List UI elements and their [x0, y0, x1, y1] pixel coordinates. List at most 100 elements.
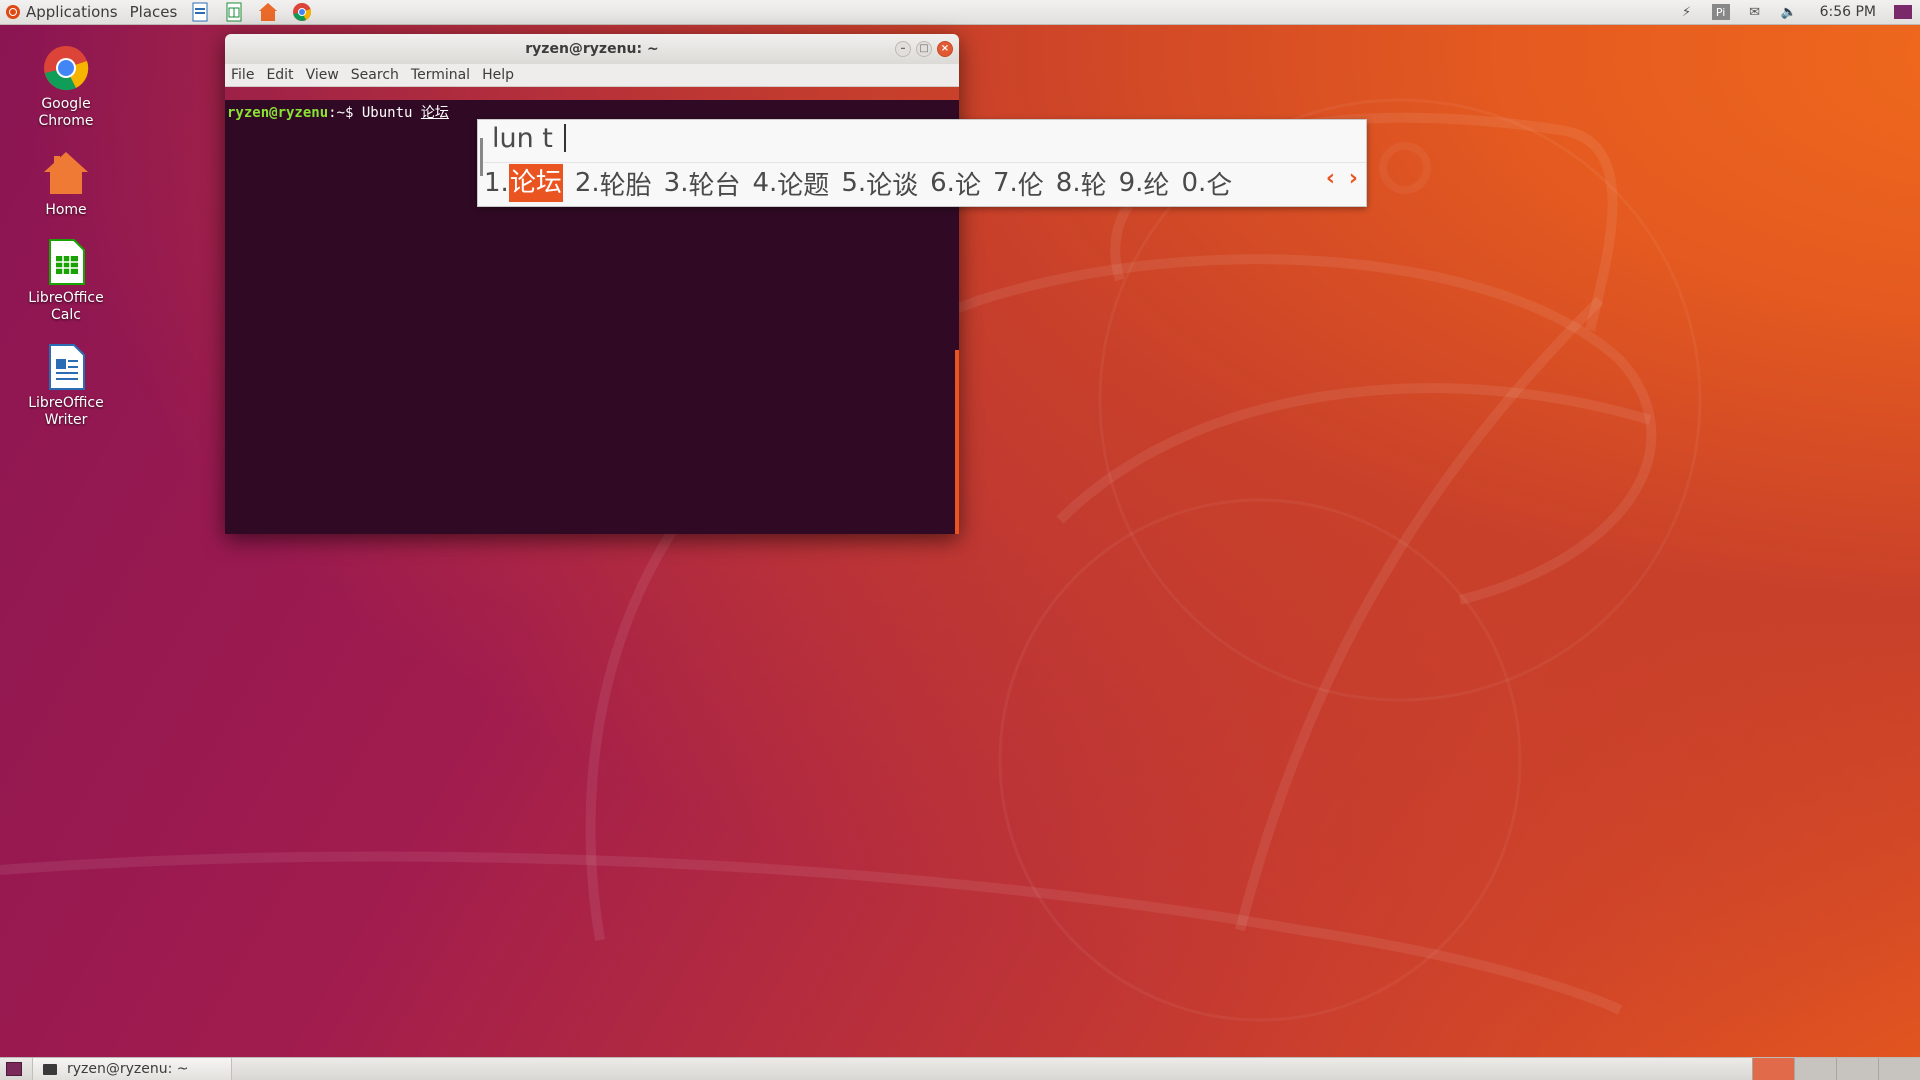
- ime-candidate[interactable]: 4. 论题: [752, 165, 829, 202]
- maximize-button[interactable]: □: [916, 41, 932, 57]
- ime-candidate-window: lun t 1. 论坛 2. 轮胎 3. 轮台 4. 论题 5. 论谈 6. 论 7. 伦 8…: [477, 119, 1367, 207]
- menu-terminal[interactable]: Terminal: [405, 67, 476, 83]
- libreoffice-calc-icon: [42, 238, 90, 286]
- chrome-launcher[interactable]: [292, 2, 312, 22]
- workspace-4[interactable]: [1878, 1058, 1920, 1080]
- menu-view[interactable]: View: [300, 67, 345, 83]
- ime-candidate-list: 1. 论坛 2. 轮胎 3. 轮台 4. 论题 5. 论谈 6. 论 7. 伦 8. 轮 9. 纶…: [484, 162, 1366, 203]
- bottom-panel: ryzen@ryzenu: ~: [0, 1057, 1920, 1080]
- home-folder-icon: [42, 150, 90, 198]
- next-page-icon[interactable]: ›: [1349, 166, 1358, 191]
- workspace-switcher: [1752, 1058, 1920, 1080]
- desktop-icon-label: Home: [45, 202, 87, 218]
- applications-menu[interactable]: Applications: [0, 0, 124, 24]
- candidate-text: 伦: [1017, 170, 1044, 201]
- input-method-icon[interactable]: Pi: [1711, 4, 1730, 20]
- volume-icon[interactable]: 🔈: [1780, 4, 1798, 20]
- ime-candidate[interactable]: 1. 论坛: [484, 164, 563, 202]
- desktop-icon-chrome[interactable]: Google Chrome: [16, 44, 116, 130]
- candidate-number: 4.: [752, 168, 778, 198]
- ime-candidate[interactable]: 7. 伦: [993, 165, 1044, 202]
- prompt-path: :~$: [328, 105, 354, 121]
- ime-preedit-text: lun t: [492, 123, 553, 154]
- ime-candidate[interactable]: 8. 轮: [1056, 165, 1107, 202]
- candidate-text: 轮胎: [599, 170, 652, 201]
- ubuntu-logo-icon: [6, 5, 20, 19]
- window-controls: – □ ×: [895, 41, 953, 57]
- candidate-text: 轮: [1080, 170, 1107, 201]
- ime-preedit: lun t: [492, 123, 566, 154]
- places-menu[interactable]: Places: [124, 0, 184, 24]
- libreoffice-writer-icon: [192, 2, 208, 22]
- desktop-icon-writer[interactable]: LibreOffice Writer: [16, 343, 116, 429]
- menu-search[interactable]: Search: [345, 67, 405, 83]
- candidate-number: 1.: [484, 168, 509, 198]
- taskbar-item-label: ryzen@ryzenu: ~: [67, 1061, 189, 1077]
- ime-candidate[interactable]: 3. 轮台: [664, 165, 741, 202]
- minimize-button[interactable]: –: [895, 41, 911, 57]
- desktop-icon-label: LibreOffice Calc: [28, 290, 104, 323]
- ime-candidate[interactable]: 0. 仑: [1181, 165, 1232, 202]
- session-menu-icon[interactable]: [1894, 5, 1912, 19]
- calc-launcher[interactable]: [224, 2, 244, 22]
- candidate-text: 纶: [1143, 170, 1170, 201]
- workspace-2[interactable]: [1794, 1058, 1836, 1080]
- places-label: Places: [129, 3, 178, 21]
- workspace-1[interactable]: [1752, 1058, 1794, 1080]
- home-launcher[interactable]: [258, 2, 278, 22]
- ime-candidate[interactable]: 9. 纶: [1119, 165, 1170, 202]
- workspace-3[interactable]: [1836, 1058, 1878, 1080]
- top-panel: Applications Places ⚡ Pi ✉ 🔈 6:56 PM: [0, 0, 1920, 25]
- candidate-text: 论题: [777, 170, 830, 201]
- command-text: Ubuntu: [353, 105, 421, 121]
- home-folder-icon: [259, 3, 278, 21]
- ime-caret: [563, 124, 566, 152]
- ime-pager: ‹ ›: [1326, 166, 1358, 191]
- ime-candidate[interactable]: 5. 论谈: [841, 165, 918, 202]
- candidate-number: 3.: [663, 168, 689, 198]
- close-button[interactable]: ×: [937, 41, 953, 57]
- candidate-number: 9.: [1118, 168, 1144, 198]
- chrome-icon: [42, 44, 90, 92]
- preedit-text: 论坛: [420, 105, 449, 121]
- candidate-number: 6.: [930, 168, 955, 198]
- candidate-text: 仑: [1206, 170, 1233, 201]
- prev-page-icon[interactable]: ‹: [1326, 166, 1335, 191]
- applications-label: Applications: [26, 3, 118, 21]
- mail-icon[interactable]: ✉: [1746, 4, 1764, 20]
- window-title: ryzen@ryzenu: ~: [525, 41, 659, 57]
- writer-launcher[interactable]: [190, 2, 210, 22]
- candidate-text: 轮台: [688, 170, 741, 201]
- ime-candidate[interactable]: 2. 轮胎: [575, 165, 652, 202]
- show-desktop-icon[interactable]: [6, 1062, 22, 1076]
- candidate-text: 论谈: [866, 170, 919, 201]
- system-tray: ⚡ Pi ✉ 🔈 6:56 PM: [1670, 0, 1920, 24]
- candidate-number: 7.: [992, 168, 1018, 198]
- desktop-icon-calc[interactable]: LibreOffice Calc: [16, 238, 116, 324]
- terminal-icon: [43, 1063, 57, 1075]
- candidate-text: 论: [954, 170, 981, 201]
- ime-drag-handle[interactable]: [480, 138, 483, 176]
- candidate-number: 2.: [574, 168, 600, 198]
- menu-edit[interactable]: Edit: [260, 67, 299, 83]
- terminal-menubar: File Edit View Search Terminal Help: [225, 64, 959, 87]
- candidate-number: 0.: [1181, 168, 1207, 198]
- taskbar-item-terminal[interactable]: ryzen@ryzenu: ~: [32, 1058, 232, 1080]
- desktop-icon-home[interactable]: Home: [16, 150, 116, 219]
- menu-file[interactable]: File: [225, 67, 260, 83]
- candidate-number: 8.: [1055, 168, 1081, 198]
- terminal-titlebar[interactable]: ryzen@ryzenu: ~ – □ ×: [225, 34, 959, 64]
- menu-help[interactable]: Help: [476, 67, 520, 83]
- desktop-icon-label: LibreOffice Writer: [28, 395, 104, 428]
- clock[interactable]: 6:56 PM: [1820, 4, 1876, 20]
- desktop-icon-label: Google Chrome: [38, 96, 94, 129]
- terminal-window: ryzen@ryzenu: ~ – □ × File Edit View Sea…: [225, 34, 959, 534]
- ime-candidate[interactable]: 6. 论: [930, 165, 981, 202]
- scrollbar[interactable]: [955, 350, 959, 534]
- candidate-number: 5.: [841, 168, 867, 198]
- network-icon[interactable]: ⚡: [1678, 4, 1696, 20]
- libreoffice-writer-icon: [42, 343, 90, 391]
- candidate-text-selected: 论坛: [508, 164, 563, 202]
- prompt-user: ryzen@ryzenu: [227, 105, 329, 121]
- libreoffice-calc-icon: [226, 2, 242, 22]
